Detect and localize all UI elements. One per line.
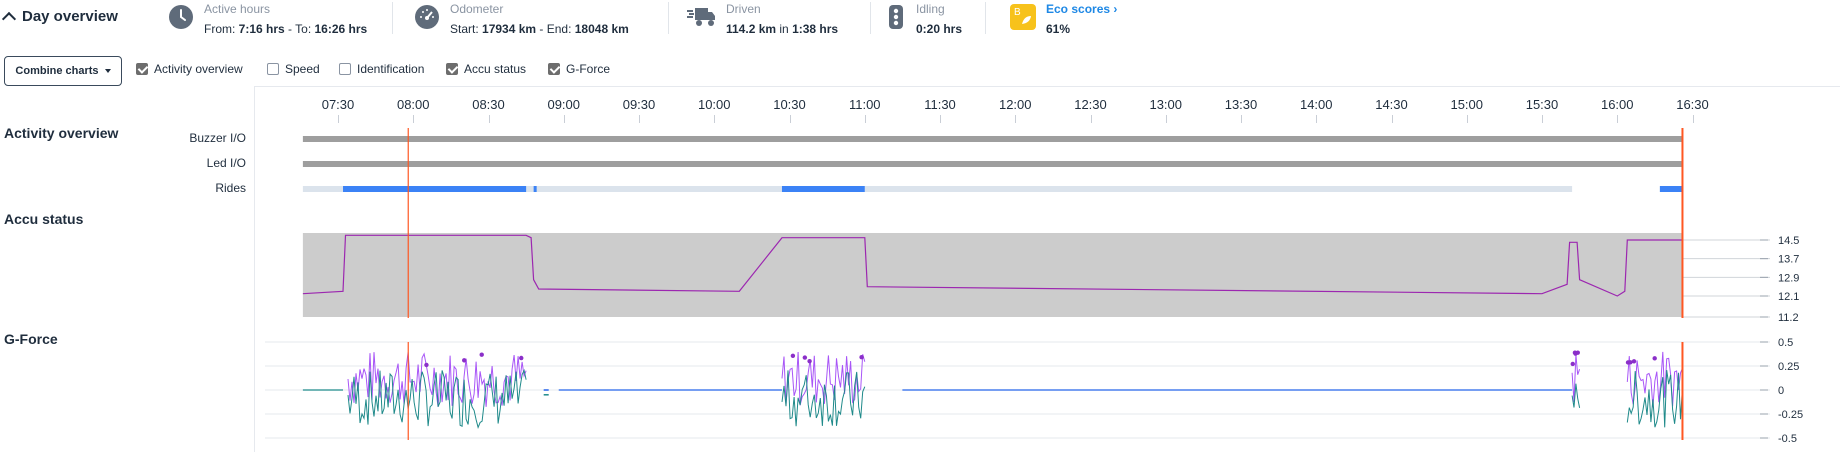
accu-y-tick-label: 11.2 (1778, 312, 1799, 324)
led-bar (302, 161, 1683, 167)
accu-y-tick-label: 14.5 (1778, 235, 1799, 247)
gforce-peak-point (1652, 356, 1657, 361)
gforce-peak-point (424, 362, 429, 368)
accu-y-tick-label: 12.1 (1778, 291, 1799, 303)
accu-background (302, 233, 1683, 317)
accu-y-tick-label: 13.7 (1778, 254, 1799, 266)
accu-y-tick-label: 12.9 (1778, 272, 1799, 284)
ride-active-segment (343, 186, 527, 192)
ride-active-segment (1659, 186, 1683, 192)
gforce-y-tick-label: -0.25 (1778, 409, 1803, 421)
gforce-peak-point (479, 352, 484, 357)
gforce-peak-point (807, 358, 812, 364)
gforce-y-tick-label: 0.25 (1778, 361, 1799, 373)
buzzer-bar (302, 136, 1683, 142)
gforce-peak-point (802, 355, 808, 360)
gforce-peak-point (519, 355, 524, 361)
ride-active-segment (781, 186, 865, 192)
gforce-y-tick-label: 0 (1778, 385, 1784, 397)
gforce-purple-series (347, 352, 527, 407)
gforce-peak-point (1573, 351, 1578, 356)
gforce-purple-series (1571, 354, 1581, 402)
gforce-peak-point (790, 353, 796, 358)
gforce-peak-point (462, 358, 467, 363)
gforce-peak-point (1570, 361, 1575, 367)
gforce-peak-point (1628, 360, 1633, 365)
charts-area: 14.5 13.7 12.9 12.1 11.2 0.5 0.25 0 -0.25 -0.5 (265, 128, 1803, 445)
ride-active-segment (533, 186, 537, 192)
gforce-y-tick-label: 0.5 (1778, 337, 1793, 349)
gforce-peak-point (859, 355, 864, 360)
gforce-y-tick-label: -0.5 (1778, 433, 1797, 445)
